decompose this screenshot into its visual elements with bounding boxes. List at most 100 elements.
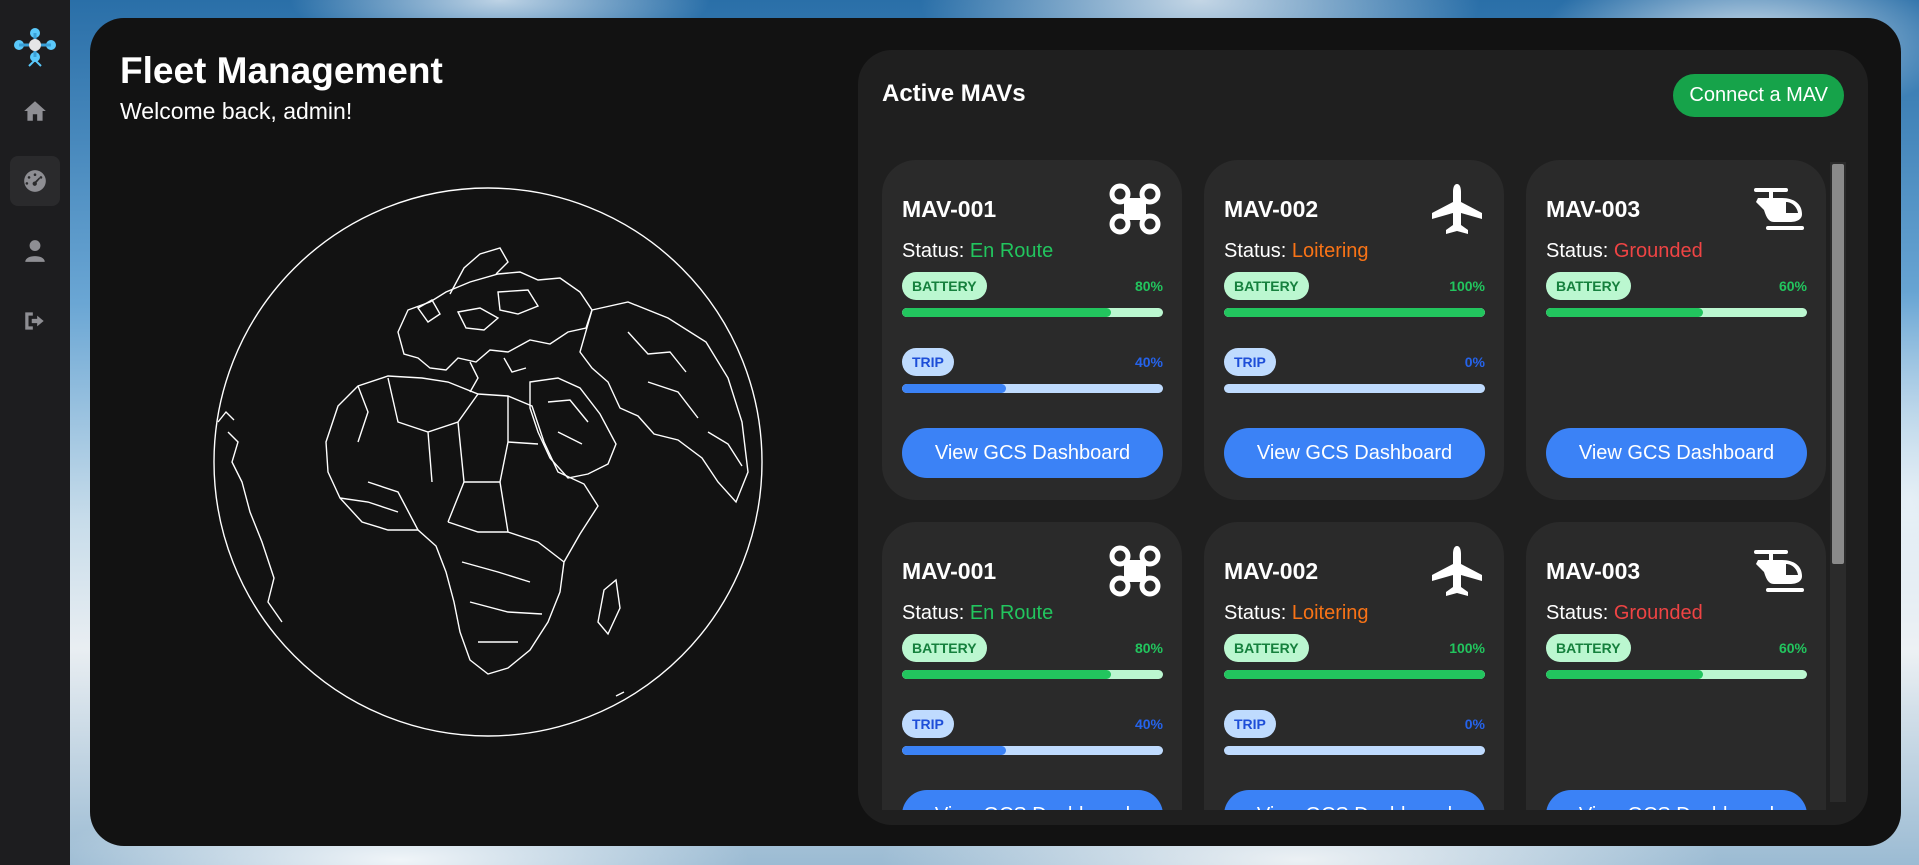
- mav-card-list[interactable]: MAV-001 Status: En Route BATTERY 80% TRIP 40%…: [882, 160, 1842, 810]
- page-title: Fleet Management: [120, 50, 443, 91]
- trip-bar: [902, 384, 1163, 393]
- view-gcs-dashboard-button[interactable]: View GCS Dashboard: [902, 790, 1163, 810]
- battery-bar: [902, 670, 1163, 679]
- scrollbar-thumb[interactable]: [1832, 164, 1844, 564]
- drone-logo-icon[interactable]: [10, 24, 60, 70]
- globe-map[interactable]: [208, 182, 768, 742]
- view-gcs-dashboard-button[interactable]: View GCS Dashboard: [1546, 428, 1807, 478]
- view-gcs-dashboard-button[interactable]: View GCS Dashboard: [902, 428, 1163, 478]
- status-value: En Route: [969, 240, 1054, 262]
- mav-card: MAV-001 Status: En Route BATTERY 80% TRIP 40%…: [882, 160, 1182, 500]
- status-label: Status:: [1546, 602, 1609, 624]
- view-gcs-dashboard-button[interactable]: View GCS Dashboard: [1546, 790, 1807, 810]
- battery-meter: BATTERY 100%: [1224, 634, 1485, 679]
- battery-meter: BATTERY 60%: [1546, 272, 1807, 317]
- trip-bar: [1224, 384, 1485, 393]
- mav-card: MAV-001 Status: En Route BATTERY 80% TRIP 40%…: [882, 522, 1182, 810]
- trip-pill: TRIP: [1224, 348, 1276, 376]
- airplane-icon: [1430, 182, 1484, 236]
- trip-bar-fill: [902, 746, 1007, 755]
- trip-percent: 40%: [1134, 354, 1163, 370]
- battery-pill: BATTERY: [1224, 634, 1309, 662]
- view-gcs-dashboard-button[interactable]: View GCS Dashboard: [1224, 428, 1485, 478]
- view-gcs-dashboard-button[interactable]: View GCS Dashboard: [1224, 790, 1485, 810]
- battery-pill: BATTERY: [902, 634, 987, 662]
- connect-mav-button[interactable]: Connect a MAV: [1673, 74, 1844, 117]
- trip-percent: 40%: [1134, 716, 1163, 732]
- battery-bar-fill: [1546, 308, 1703, 317]
- mav-name: MAV-001: [902, 196, 997, 222]
- battery-pill: BATTERY: [1546, 272, 1631, 300]
- battery-bar: [1224, 670, 1485, 679]
- mav-name: MAV-002: [1224, 196, 1319, 222]
- mav-card: MAV-003 Status: Grounded BATTERY 60% View GC…: [1526, 522, 1826, 810]
- battery-pill: BATTERY: [1224, 272, 1309, 300]
- trip-percent: 0%: [1464, 716, 1485, 732]
- mav-status: Status: En Route: [902, 240, 1053, 263]
- trip-bar: [1224, 746, 1485, 755]
- status-value: Grounded: [1613, 240, 1703, 262]
- sidebar-item-home[interactable]: [10, 86, 60, 136]
- mav-card: MAV-002 Status: Loitering BATTERY 100% TRIP 0…: [1204, 522, 1504, 810]
- battery-meter: BATTERY 80%: [902, 272, 1163, 317]
- mav-status: Status: Grounded: [1546, 602, 1703, 625]
- mav-status: Status: Grounded: [1546, 240, 1703, 263]
- mav-name: MAV-003: [1546, 196, 1641, 222]
- welcome-message: Welcome back, admin!: [120, 98, 353, 124]
- battery-percent: 100%: [1449, 640, 1485, 656]
- status-label: Status:: [902, 240, 965, 262]
- battery-meter: BATTERY 80%: [902, 634, 1163, 679]
- mav-name: MAV-002: [1224, 558, 1319, 584]
- battery-pill: BATTERY: [902, 272, 987, 300]
- battery-bar-fill: [1546, 670, 1703, 679]
- battery-bar: [1546, 670, 1807, 679]
- sidebar-item-logout[interactable]: [10, 296, 60, 346]
- battery-meter: BATTERY 60%: [1546, 634, 1807, 679]
- mav-card-grid: MAV-001 Status: En Route BATTERY 80% TRIP 40%…: [882, 160, 1842, 810]
- mav-list-scrollbar[interactable]: [1830, 162, 1846, 802]
- status-label: Status:: [902, 602, 965, 624]
- status-label: Status:: [1224, 240, 1287, 262]
- battery-bar: [1546, 308, 1807, 317]
- main-panel: Fleet Management Welcome back, admin! Ac…: [90, 18, 1901, 846]
- sidebar: [0, 0, 70, 865]
- mav-name: MAV-003: [1546, 558, 1641, 584]
- airplane-icon: [1430, 544, 1484, 598]
- status-value: Loitering: [1291, 602, 1369, 624]
- mav-card: MAV-002 Status: Loitering BATTERY 100% TRIP 0…: [1204, 160, 1504, 500]
- trip-meter: TRIP 0%: [1224, 710, 1485, 755]
- battery-bar-fill: [902, 670, 1111, 679]
- sidebar-item-profile[interactable]: [10, 226, 60, 276]
- user-icon: [25, 240, 45, 262]
- mav-card: MAV-003 Status: Grounded BATTERY 60% View GC…: [1526, 160, 1826, 500]
- status-label: Status:: [1224, 602, 1287, 624]
- sidebar-item-dashboard[interactable]: [10, 156, 60, 206]
- helicopter-icon: [1752, 544, 1806, 598]
- battery-bar-fill: [902, 308, 1111, 317]
- mav-name: MAV-001: [902, 558, 997, 584]
- battery-percent: 100%: [1449, 278, 1485, 294]
- trip-meter: TRIP 0%: [1224, 348, 1485, 393]
- trip-percent: 0%: [1464, 354, 1485, 370]
- helicopter-icon: [1752, 182, 1806, 236]
- battery-bar-fill: [1224, 308, 1485, 317]
- status-value: Grounded: [1613, 602, 1703, 624]
- battery-bar-fill: [1224, 670, 1485, 679]
- trip-bar-fill: [902, 384, 1007, 393]
- status-value: En Route: [969, 602, 1054, 624]
- battery-percent: 60%: [1778, 278, 1807, 294]
- trip-pill: TRIP: [902, 348, 954, 376]
- battery-meter: BATTERY 100%: [1224, 272, 1485, 317]
- battery-percent: 80%: [1134, 640, 1163, 656]
- mav-status: Status: En Route: [902, 602, 1053, 625]
- home-icon: [24, 101, 46, 121]
- quadcopter-icon: [1108, 182, 1162, 236]
- status-label: Status:: [1546, 240, 1609, 262]
- trip-pill: TRIP: [902, 710, 954, 738]
- trip-pill: TRIP: [1224, 710, 1276, 738]
- battery-pill: BATTERY: [1546, 634, 1631, 662]
- mav-status: Status: Loitering: [1224, 602, 1369, 625]
- quadcopter-icon: [1108, 544, 1162, 598]
- trip-meter: TRIP 40%: [902, 348, 1163, 393]
- trip-meter: TRIP 40%: [902, 710, 1163, 755]
